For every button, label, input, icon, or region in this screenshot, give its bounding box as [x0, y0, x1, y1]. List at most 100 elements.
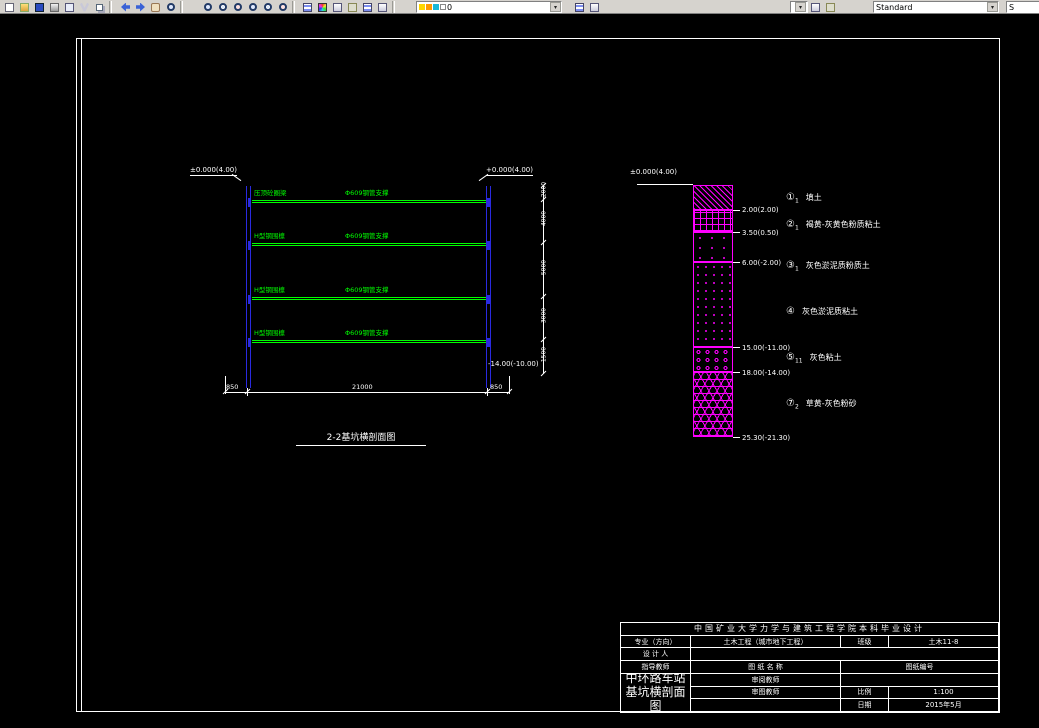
- plot-preview-icon[interactable]: [62, 1, 77, 14]
- chevron-down-icon[interactable]: ▾: [795, 2, 806, 12]
- drawing-number-label: 图纸编号: [841, 661, 999, 674]
- strut-end-marker: [487, 241, 490, 250]
- title-block: 中国矿业大学力学与建筑工程学院本科毕业设计 专业（方向） 土木工程（城市地下工程…: [620, 622, 1000, 713]
- strut-label-3: Φ609钢管支撑: [345, 286, 389, 294]
- layer-properties-icon[interactable]: [300, 1, 315, 14]
- layer-color-swatch: [440, 4, 446, 10]
- new-icon[interactable]: [2, 1, 17, 14]
- zoom-realtime-icon[interactable]: [163, 1, 178, 14]
- chevron-down-icon[interactable]: ▾: [987, 2, 998, 12]
- text-style-combo-value: S: [1009, 2, 1015, 12]
- soil-layer-code: ②: [786, 219, 795, 230]
- text-style-combo[interactable]: S: [1006, 1, 1039, 13]
- strut-level-2: [248, 241, 490, 250]
- right-dim-1: 2000: [540, 181, 548, 198]
- strut-label-2: Φ609钢管支撑: [345, 232, 389, 240]
- depth-tick: [733, 232, 740, 233]
- chevron-down-icon[interactable]: ▾: [550, 2, 561, 12]
- depth-label-4: 15.00(-11.00): [742, 344, 791, 352]
- layer-lock-icon: [433, 4, 439, 10]
- cut-icon[interactable]: [77, 1, 92, 14]
- class-value: 土木11-8: [889, 635, 999, 649]
- borehole-top-elevation: ±0.000(4.00): [630, 168, 677, 176]
- zoom-extents-icon[interactable]: [260, 1, 275, 14]
- soil-layer-name-5: ⑤11 灰色粘土: [786, 352, 842, 365]
- strut-label-4: Φ609钢管支撑: [345, 329, 389, 337]
- reviewer-label: 审阅教师: [691, 673, 841, 687]
- soil-layer-code: ③: [786, 260, 795, 271]
- ground-line: [637, 184, 693, 185]
- class-label: 班级: [841, 635, 889, 649]
- soil-layer-label: 草黄-灰色粉砂: [805, 399, 857, 408]
- zoom-previous-icon[interactable]: [245, 1, 260, 14]
- make-layer-current-icon[interactable]: [375, 1, 390, 14]
- drawing-number-value: [841, 673, 999, 687]
- strut-level-4: [248, 338, 490, 347]
- print-icon[interactable]: [47, 1, 62, 14]
- soil-layer-label: 灰色淤泥质粉质土: [805, 261, 870, 270]
- scale-label: 比例: [841, 686, 889, 700]
- strut-end-marker: [487, 295, 490, 304]
- pan-icon[interactable]: [148, 1, 163, 14]
- approver-label: 审图教师: [691, 686, 841, 700]
- strut-end-marker: [248, 241, 251, 250]
- distance-icon[interactable]: [345, 1, 360, 14]
- designer-label: 设 计 人: [621, 648, 691, 662]
- strut-end-marker: [487, 338, 490, 347]
- scale-value: 1:100: [889, 686, 999, 700]
- zoom-in-icon[interactable]: [215, 1, 230, 14]
- toolbar: 0 ▾ ▾ Standard ▾ S: [0, 0, 1039, 14]
- layer-tools-cluster: [572, 0, 602, 14]
- soil-layer-name-2: ②1 褐黄-灰黄色粉质粘土: [786, 219, 881, 232]
- strut-level-3: [248, 295, 490, 304]
- zoom-window-icon[interactable]: [200, 1, 215, 14]
- section-title: 2-2基坑横剖面图: [296, 430, 426, 446]
- depth-tick: [733, 437, 740, 438]
- strut-end-marker: [248, 198, 251, 207]
- layer-combo-value: 0: [447, 2, 453, 12]
- color-control-icon[interactable]: [315, 1, 330, 14]
- layer-combo-cluster: 0 ▾: [416, 0, 564, 14]
- soil-layer-label: 褐黄-灰黄色粉质粘土: [805, 220, 881, 229]
- layer-states-icon[interactable]: [360, 1, 375, 14]
- undo-icon[interactable]: [118, 1, 133, 14]
- drawing-canvas[interactable]: ±0.000(4.00) +0.000(4.00) -14.00(-10.00)…: [0, 14, 1039, 728]
- bottom-dim-left: 850: [226, 383, 239, 391]
- lineweight-icon[interactable]: [823, 1, 838, 14]
- depth-tick: [733, 372, 740, 373]
- zoom-out-icon[interactable]: [230, 1, 245, 14]
- member-label-4: H型钢围檩: [254, 329, 285, 337]
- depth-label-5: 18.00(-14.00): [742, 369, 791, 377]
- bottom-dimension-line: [225, 392, 509, 393]
- layer-previous-icon[interactable]: [572, 1, 587, 14]
- elevation-label-bottom-right: -14.00(-10.00): [488, 360, 539, 368]
- layer-combo[interactable]: 0 ▾: [416, 1, 562, 13]
- bottom-dim-right: 850: [490, 383, 503, 391]
- elevation-label-top-left: ±0.000(4.00): [190, 166, 237, 176]
- drawing-name-header: 图 纸 名 称: [691, 661, 841, 674]
- save-icon[interactable]: [32, 1, 47, 14]
- advisor-label: 指导教师: [621, 661, 691, 674]
- layer-thaw-icon: [426, 4, 432, 10]
- toolbar-separator: [180, 1, 183, 13]
- redo-icon[interactable]: [133, 1, 148, 14]
- strut-end-marker: [487, 198, 490, 207]
- color-combo[interactable]: ▾: [790, 1, 808, 13]
- major-label: 专业（方向）: [621, 635, 691, 649]
- object-properties-icon[interactable]: [587, 1, 602, 14]
- copy-icon[interactable]: [92, 1, 107, 14]
- linetype-icon[interactable]: [808, 1, 823, 14]
- open-icon[interactable]: [17, 1, 32, 14]
- soil-layer-name-3: ③1 灰色淤泥质粉质土: [786, 260, 870, 273]
- member-label-2: H型钢围檩: [254, 232, 285, 240]
- soil-layer-5: [693, 347, 733, 372]
- soil-layer-label: 灰色粘土: [809, 353, 842, 362]
- major-value: 土木工程（城市地下工程）: [691, 635, 841, 649]
- properties-icon[interactable]: [330, 1, 345, 14]
- layer-on-icon: [419, 4, 425, 10]
- style-combo[interactable]: Standard ▾: [873, 1, 999, 13]
- empty-cell: [691, 699, 841, 712]
- toolbar-separator: [109, 1, 112, 13]
- titleblock-header: 中国矿业大学力学与建筑工程学院本科毕业设计: [621, 623, 999, 636]
- zoom-all-icon[interactable]: [275, 1, 290, 14]
